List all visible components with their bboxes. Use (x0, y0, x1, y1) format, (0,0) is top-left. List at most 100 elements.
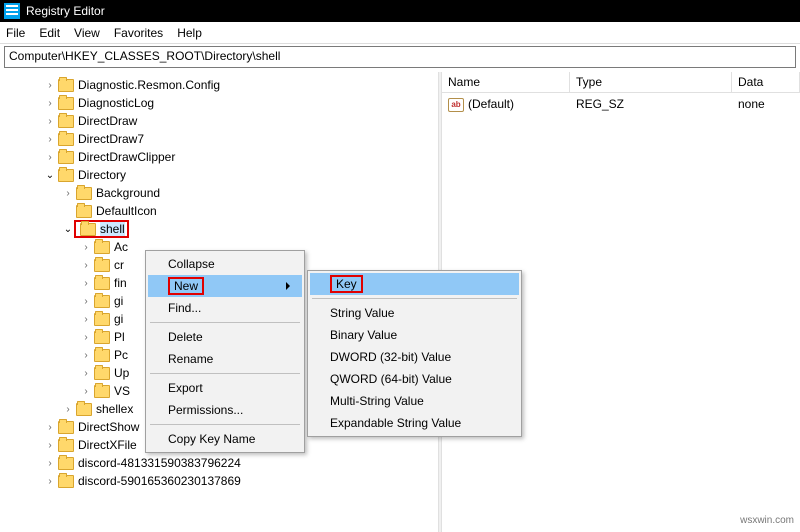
twisty-icon[interactable]: › (80, 296, 92, 307)
tree-item[interactable]: ›DiagnosticLog (4, 94, 438, 112)
menu-item-label: Key (330, 275, 363, 293)
menu-item[interactable]: QWORD (64-bit) Value (310, 368, 519, 390)
watermark: wsxwin.com (740, 515, 794, 526)
menu-item[interactable]: Find... (148, 297, 302, 319)
twisty-icon[interactable]: › (44, 422, 56, 433)
tree-item-label: shell (100, 222, 125, 236)
folder-icon (58, 169, 74, 182)
twisty-icon[interactable]: › (44, 134, 56, 145)
context-menu[interactable]: Collapse New Find... DeleteRename ExportPerm… (145, 250, 305, 453)
menu-view[interactable]: View (74, 26, 100, 40)
menu-item[interactable]: Collapse (148, 253, 302, 275)
menu-edit[interactable]: Edit (39, 26, 60, 40)
tree-item[interactable]: › discord-481331590383796224 (4, 454, 438, 472)
twisty-icon[interactable]: › (80, 386, 92, 397)
tree-item-label: fin (114, 276, 127, 290)
col-type[interactable]: Type (570, 72, 732, 92)
folder-icon (58, 79, 74, 92)
tree-item-label: Background (96, 186, 160, 200)
tree-item-label: Ac (114, 240, 128, 254)
folder-icon (94, 367, 110, 380)
menu-item[interactable]: Key (310, 273, 519, 295)
tree-item-label: VS (114, 384, 130, 398)
folder-icon (76, 187, 92, 200)
menu-help[interactable]: Help (177, 26, 202, 40)
menu-item-label: New (168, 277, 204, 295)
twisty-icon[interactable]: › (80, 278, 92, 289)
menu-item[interactable]: Permissions... (148, 399, 302, 421)
menu-item[interactable]: New (148, 275, 302, 297)
menu-item[interactable]: Expandable String Value (310, 412, 519, 434)
list-header: Name Type Data (442, 72, 800, 93)
col-data[interactable]: Data (732, 72, 800, 92)
tree-item[interactable]: ›discord-590165360230137869 (4, 472, 438, 490)
value-name: (Default) (468, 97, 514, 111)
twisty-icon[interactable]: › (62, 188, 74, 199)
tree-item-label: Pc (114, 348, 128, 362)
menu-item[interactable]: String Value (310, 302, 519, 324)
folder-icon (58, 97, 74, 110)
twisty-icon[interactable]: › (62, 404, 74, 415)
menu-item[interactable]: DWORD (32-bit) Value (310, 346, 519, 368)
string-value-icon: ab (448, 98, 464, 112)
menu-item[interactable]: Delete (148, 326, 302, 348)
menu-separator (312, 298, 517, 299)
twisty-icon[interactable]: ⌄ (62, 224, 74, 235)
menu-item[interactable]: Rename (148, 348, 302, 370)
twisty-icon[interactable]: › (44, 458, 56, 469)
twisty-icon[interactable]: › (44, 98, 56, 109)
folder-icon (58, 115, 74, 128)
value-data: none (732, 95, 800, 114)
twisty-icon[interactable]: › (44, 116, 56, 127)
tree-item[interactable]: DefaultIcon (4, 202, 438, 220)
twisty-icon[interactable]: ⌄ (44, 170, 56, 181)
twisty-icon[interactable]: › (44, 80, 56, 91)
tree-item[interactable]: ⌄ shell (4, 220, 438, 238)
tree-item[interactable]: ›DirectDraw (4, 112, 438, 130)
menu-item[interactable]: Export (148, 377, 302, 399)
twisty-icon[interactable]: › (44, 152, 56, 163)
tree-item-label: discord-481331590383796224 (78, 456, 241, 470)
menu-item[interactable]: Binary Value (310, 324, 519, 346)
menu-item[interactable]: Copy Key Name (148, 428, 302, 450)
twisty-icon[interactable]: › (80, 260, 92, 271)
twisty-icon[interactable]: › (80, 314, 92, 325)
folder-icon (58, 151, 74, 164)
twisty-icon[interactable]: › (44, 440, 56, 451)
folder-icon (94, 295, 110, 308)
folder-icon (94, 277, 110, 290)
tree-item-label: DirectShow (78, 420, 139, 434)
tree-item-label: Diagnostic.Resmon.Config (78, 78, 220, 92)
address-bar[interactable]: Computer\HKEY_CLASSES_ROOT\Directory\she… (4, 46, 796, 68)
menu-separator (150, 424, 300, 425)
tree-item-label: Directory (78, 168, 126, 182)
folder-icon (94, 331, 110, 344)
menu-item[interactable]: Multi-String Value (310, 390, 519, 412)
twisty-icon[interactable]: › (44, 476, 56, 487)
tree-item[interactable]: ⌄ Directory (4, 166, 438, 184)
twisty-icon[interactable]: › (80, 350, 92, 361)
list-row[interactable]: ab(Default)REG_SZnone (442, 93, 800, 116)
col-name[interactable]: Name (442, 72, 570, 92)
menu-separator (150, 322, 300, 323)
tree-item-label: gi (114, 294, 123, 308)
folder-icon (94, 241, 110, 254)
folder-icon (94, 259, 110, 272)
folder-icon (58, 475, 74, 488)
folder-icon (76, 403, 92, 416)
tree-item[interactable]: › Diagnostic.Resmon.Config (4, 76, 438, 94)
folder-icon (94, 385, 110, 398)
menubar: File Edit View Favorites Help (0, 22, 800, 44)
context-submenu-new[interactable]: Key String ValueBinary ValueDWORD (32-bit… (307, 270, 522, 437)
tree-item[interactable]: ›DirectDraw7 (4, 130, 438, 148)
twisty-icon[interactable]: › (80, 332, 92, 343)
tree-item-label: shellex (96, 402, 133, 416)
tree-item[interactable]: › Background (4, 184, 438, 202)
twisty-icon[interactable]: › (80, 368, 92, 379)
menu-file[interactable]: File (6, 26, 25, 40)
folder-icon (58, 133, 74, 146)
menu-favorites[interactable]: Favorites (114, 26, 163, 40)
folder-icon (58, 457, 74, 470)
twisty-icon[interactable]: › (80, 242, 92, 253)
tree-item[interactable]: ›DirectDrawClipper (4, 148, 438, 166)
